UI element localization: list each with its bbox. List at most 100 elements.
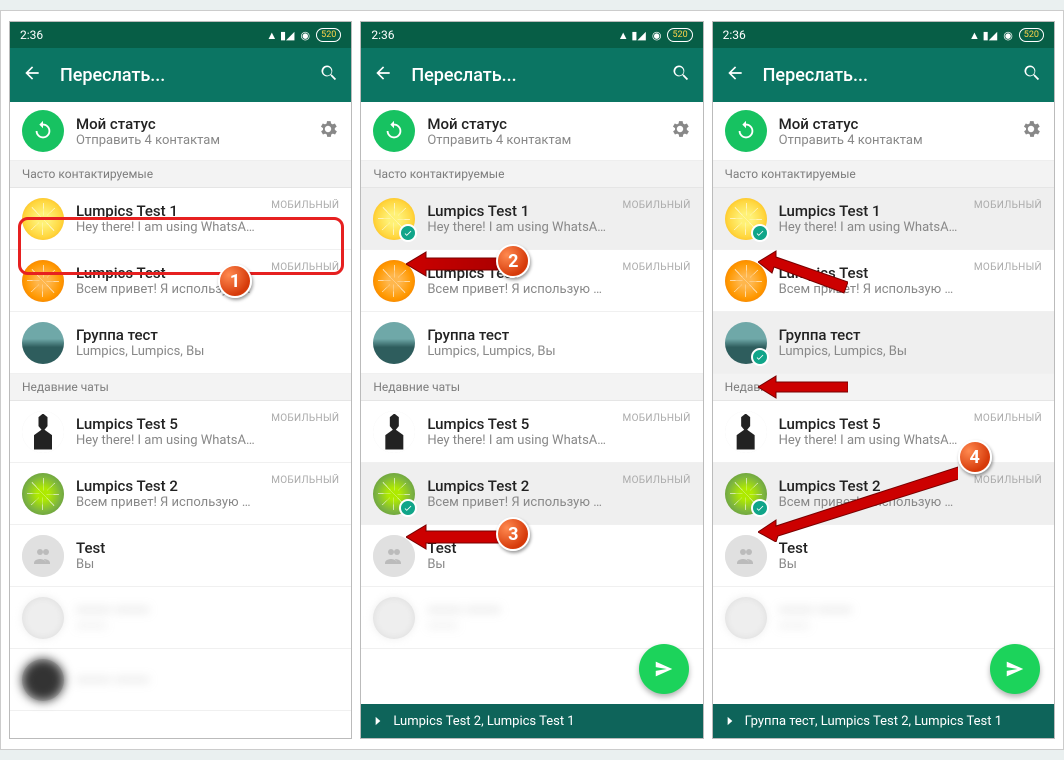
contact-group-test[interactable]: Группа тест Lumpics, Lumpics, Вы xyxy=(713,312,1054,374)
contact-name: Lumpics Test 1 xyxy=(427,202,610,220)
contact-name: ——— ——— xyxy=(779,601,1042,619)
mobile-tag: МОБИЛЬНЫЙ xyxy=(623,200,691,211)
contact-lumpics-test-2[interactable]: Lumpics Test 2 Всем привет! Я использую … xyxy=(10,463,351,525)
check-icon xyxy=(751,224,769,242)
contact-lumpics-test-1[interactable]: Lumpics Test 1 Hey there! I am using Wha… xyxy=(10,188,351,250)
contact-lumpics-test[interactable]: Lumpics Test Всем привет! Я использую Wh… xyxy=(361,250,702,312)
phone-panel-1: 2:36 ▲ ▮◢ ◉ 520 Переслать... Мой статус … xyxy=(9,21,352,739)
avatar xyxy=(373,198,415,240)
contact-blurred-1[interactable]: ——— —————— xyxy=(361,587,702,649)
selection-bar: Lumpics Test 2, Lumpics Test 1 xyxy=(361,704,702,738)
avatar xyxy=(725,260,767,302)
selection-text: Lumpics Test 2, Lumpics Test 1 xyxy=(393,714,574,729)
gear-icon[interactable] xyxy=(317,118,339,144)
contact-name: Test xyxy=(76,539,339,557)
back-icon[interactable] xyxy=(373,63,393,88)
selection-bar: Группа тест, Lumpics Test 2, Lumpics Tes… xyxy=(713,704,1054,738)
search-icon[interactable] xyxy=(671,63,691,88)
contact-sub: Hey there! I am using WhatsApp. xyxy=(427,433,610,448)
avatar xyxy=(373,473,415,515)
back-icon[interactable] xyxy=(725,63,745,88)
mobile-tag: МОБИЛЬНЫЙ xyxy=(974,413,1042,424)
contact-sub: Всем привет! Я использую WhatsApp. xyxy=(427,282,610,297)
avatar xyxy=(22,659,64,701)
status-time: 2:36 xyxy=(20,28,43,42)
contact-lumpics-test[interactable]: Lumpics Test Всем привет! Я использую Wh… xyxy=(10,250,351,312)
status-time: 2:36 xyxy=(723,28,746,42)
send-fab[interactable] xyxy=(639,644,689,694)
mobile-tag: МОБИЛЬНЫЙ xyxy=(271,262,339,273)
contact-lumpics-test-2[interactable]: Lumpics Test 2 Всем привет! Я использую … xyxy=(361,463,702,525)
contact-name: Lumpics Test xyxy=(427,264,610,282)
contact-sub: Hey there! I am using WhatsApp. xyxy=(76,220,259,235)
contact-name: Группа тест xyxy=(779,326,1042,344)
status-icons: ▲ ▮◢ ◉ 520 xyxy=(266,28,341,42)
app-bar: Переслать... xyxy=(10,48,351,102)
app-bar: Переслать... xyxy=(361,48,702,102)
signal-icon: ▲ ▮◢ xyxy=(969,29,997,42)
avatar xyxy=(725,535,767,577)
contact-name: ——— ——— xyxy=(76,601,339,619)
appbar-title: Переслать... xyxy=(763,65,1004,86)
section-recent: Недавние чаты xyxy=(10,374,351,401)
contact-test-group[interactable]: Test Вы xyxy=(361,525,702,587)
contact-name: ——— ——— xyxy=(427,601,690,619)
contact-name: Lumpics Test 2 xyxy=(779,477,962,495)
battery-icon: 520 xyxy=(1019,28,1044,42)
search-icon[interactable] xyxy=(1022,63,1042,88)
contact-sub: Hey there! I am using WhatsApp. xyxy=(779,433,962,448)
avatar xyxy=(373,597,415,639)
mobile-tag: МОБИЛЬНЫЙ xyxy=(271,413,339,424)
contact-name: Lumpics Test xyxy=(76,264,259,282)
search-icon[interactable] xyxy=(319,63,339,88)
avatar xyxy=(22,198,64,240)
contact-blurred-2[interactable]: ——— ——— xyxy=(10,649,351,711)
my-status-row[interactable]: Мой статус Отправить 4 контактам xyxy=(361,102,702,161)
contact-name: Lumpics Test 1 xyxy=(76,202,259,220)
contact-lumpics-test-5[interactable]: Lumpics Test 5 Hey there! I am using Wha… xyxy=(713,401,1054,463)
my-status-row[interactable]: Мой статус Отправить 4 контактам xyxy=(10,102,351,161)
mobile-tag: МОБИЛЬНЫЙ xyxy=(623,413,691,424)
contact-name: Lumpics Test 5 xyxy=(779,415,962,433)
contact-lumpics-test-1[interactable]: Lumpics Test 1 Hey there! I am using Wha… xyxy=(361,188,702,250)
section-frequent: Часто контактируемые xyxy=(10,161,351,188)
wifi-icon: ◉ xyxy=(652,29,662,42)
status-avatar xyxy=(373,110,415,152)
check-icon xyxy=(751,499,769,517)
contact-sub: Hey there! I am using WhatsApp. xyxy=(427,220,610,235)
contact-lumpics-test-5[interactable]: Lumpics Test 5 Hey there! I am using Wha… xyxy=(10,401,351,463)
phone-panel-3: 2:36 ▲ ▮◢ ◉ 520 Переслать... Мой статус … xyxy=(712,21,1055,739)
back-icon[interactable] xyxy=(22,63,42,88)
contact-blurred-1[interactable]: ——— —————— xyxy=(713,587,1054,649)
contact-name: ——— ——— xyxy=(76,671,339,689)
gear-icon[interactable] xyxy=(669,118,691,144)
contact-test-group[interactable]: Test Вы xyxy=(10,525,351,587)
contact-name: Lumpics Test 2 xyxy=(427,477,610,495)
avatar xyxy=(373,322,415,364)
avatar xyxy=(22,260,64,302)
mobile-tag: МОБИЛЬНЫЙ xyxy=(974,200,1042,211)
contact-lumpics-test-2[interactable]: Lumpics Test 2 Всем привет! Я использую … xyxy=(713,463,1054,525)
contact-sub: Вы xyxy=(76,557,339,572)
wifi-icon: ◉ xyxy=(301,29,311,42)
status-avatar xyxy=(22,110,64,152)
contact-lumpics-test-5[interactable]: Lumpics Test 5 Hey there! I am using Wha… xyxy=(361,401,702,463)
gear-icon[interactable] xyxy=(1020,118,1042,144)
status-bar: 2:36 ▲ ▮◢ ◉ 520 xyxy=(713,22,1054,48)
signal-icon: ▲ ▮◢ xyxy=(266,29,294,42)
contact-group-test[interactable]: Группа тест Lumpics, Lumpics, Вы xyxy=(361,312,702,374)
contact-group-test[interactable]: Группа тест Lumpics, Lumpics, Вы xyxy=(10,312,351,374)
my-status-row[interactable]: Мой статус Отправить 4 контактам xyxy=(713,102,1054,161)
contact-sub: ——— xyxy=(427,619,690,634)
contact-blurred-1[interactable]: ——— —————— xyxy=(10,587,351,649)
appbar-title: Переслать... xyxy=(60,65,301,86)
section-frequent: Часто контактируемые xyxy=(713,161,1054,188)
mobile-tag: МОБИЛЬНЫЙ xyxy=(974,262,1042,273)
contact-lumpics-test-1[interactable]: Lumpics Test 1 Hey there! I am using Wha… xyxy=(713,188,1054,250)
contact-test-group[interactable]: Test Вы xyxy=(713,525,1054,587)
status-bar: 2:36 ▲ ▮◢ ◉ 520 xyxy=(10,22,351,48)
app-bar: Переслать... xyxy=(713,48,1054,102)
send-fab[interactable] xyxy=(990,644,1040,694)
contact-lumpics-test[interactable]: Lumpics Test Всем привет! Я использую Wh… xyxy=(713,250,1054,312)
mobile-tag: МОБИЛЬНЫЙ xyxy=(271,200,339,211)
